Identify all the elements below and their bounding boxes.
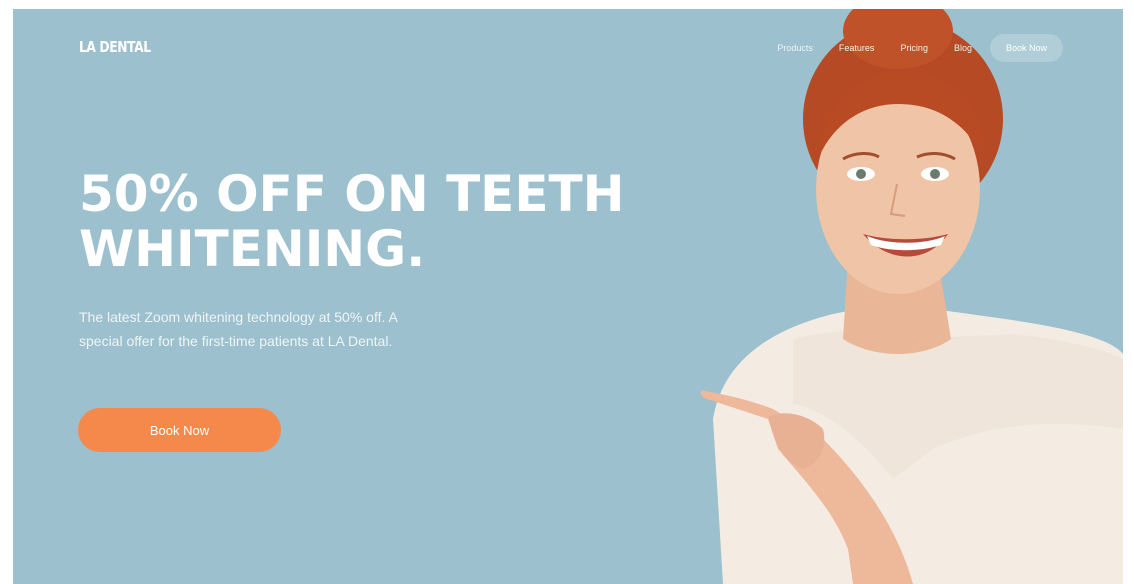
nav-link-features[interactable]: Features xyxy=(839,43,875,53)
nav-link-blog[interactable]: Blog xyxy=(954,43,972,53)
hero-photo-woman-pointing xyxy=(700,9,1123,584)
hero-title-line-1: 50% OFF ON TEETH xyxy=(79,165,625,223)
hero-subtitle: The latest Zoom whitening technology at … xyxy=(79,305,519,353)
nav-book-now-button[interactable]: Book Now xyxy=(989,34,1063,62)
hero-subtitle-line-1: The latest Zoom whitening technology at … xyxy=(79,309,398,325)
hero-subtitle-line-2: special offer for the first-time patient… xyxy=(79,333,393,349)
hero-title-line-2: WHITENING. xyxy=(79,220,426,278)
nav-link-pricing[interactable]: Pricing xyxy=(900,43,928,53)
hero-section: LA DENTAL Products Features Pricing Blog… xyxy=(13,9,1123,584)
brand-logo[interactable]: LA DENTAL xyxy=(79,38,151,56)
nav-link-products[interactable]: Products xyxy=(777,43,813,53)
hero-title: 50% OFF ON TEETH WHITENING. xyxy=(79,167,639,277)
top-nav: Products Features Pricing Blog Book Now xyxy=(777,34,1063,62)
hero-book-now-button[interactable]: Book Now xyxy=(78,408,281,452)
